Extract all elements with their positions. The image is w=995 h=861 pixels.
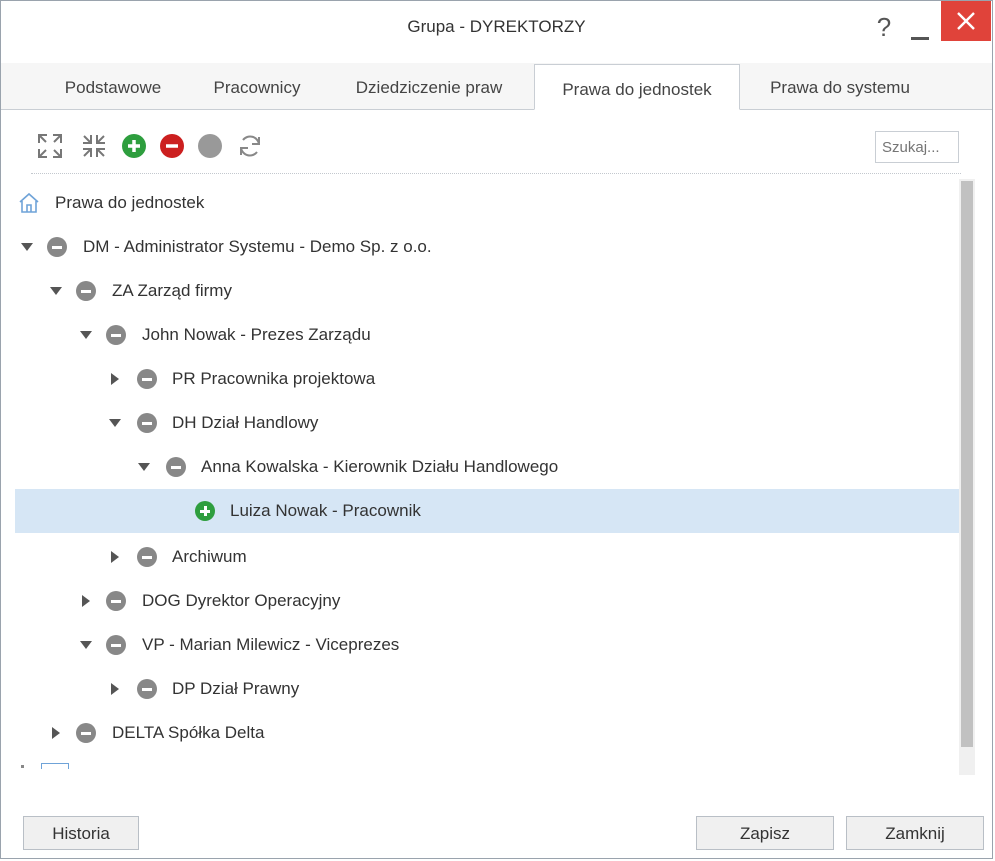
tree-node-label: ZA Zarząd firmy bbox=[112, 281, 232, 300]
remove-circle-icon[interactable] bbox=[157, 131, 187, 161]
add-circle-icon[interactable] bbox=[119, 131, 149, 161]
tab-prawa-do-jednostek[interactable]: Prawa do jednostek bbox=[534, 64, 740, 110]
tree-node-label: DELTA Spółka Delta bbox=[112, 723, 265, 742]
history-button[interactable]: Historia bbox=[23, 816, 139, 850]
tree-node-label: Archiwum bbox=[172, 547, 247, 566]
expanded-arrow-icon[interactable] bbox=[138, 461, 150, 473]
scrollbar-thumb[interactable] bbox=[961, 181, 973, 747]
collapsed-arrow-icon[interactable] bbox=[109, 551, 121, 563]
tree-root[interactable]: Prawa do jednostek bbox=[15, 181, 961, 225]
tab-bar: Podstawowe Pracownicy Dziedziczenie praw… bbox=[1, 63, 992, 110]
help-button[interactable]: ? bbox=[867, 9, 901, 45]
collapsed-arrow-icon[interactable] bbox=[50, 727, 62, 739]
tree-node-selected[interactable]: Luiza Nowak - Pracownik bbox=[15, 489, 961, 533]
permission-minus-icon[interactable] bbox=[166, 457, 186, 477]
collapsed-arrow-icon[interactable] bbox=[109, 373, 121, 385]
tree-node[interactable]: DOG Dyrektor Operacyjny bbox=[15, 579, 961, 623]
close-dialog-button[interactable]: Zamknij bbox=[846, 816, 984, 850]
toolbar-divider bbox=[31, 173, 961, 174]
collapsed-arrow-icon[interactable] bbox=[109, 683, 121, 695]
dialog-window: Grupa - DYREKTORZY ? Podstawowe Pracowni… bbox=[0, 0, 993, 859]
title-bar: Grupa - DYREKTORZY ? bbox=[1, 1, 992, 57]
collapse-all-icon[interactable] bbox=[79, 131, 109, 161]
expand-all-icon[interactable] bbox=[35, 131, 65, 161]
tree-node-label: DP Dział Prawny bbox=[172, 679, 300, 698]
expanded-arrow-icon[interactable] bbox=[50, 285, 62, 297]
tree-node-label: DM - Administrator Systemu - Demo Sp. z … bbox=[83, 237, 432, 256]
tree-node-label: DH Dział Handlowy bbox=[172, 413, 319, 432]
permission-minus-icon[interactable] bbox=[137, 413, 157, 433]
tree-scrollbar[interactable] bbox=[959, 179, 975, 775]
permission-minus-icon[interactable] bbox=[47, 237, 67, 257]
tab-pracownicy[interactable]: Pracownicy bbox=[193, 63, 321, 109]
tree-node-label: Anna Kowalska - Kierownik Działu Handlow… bbox=[201, 457, 559, 476]
collapsed-arrow-icon[interactable] bbox=[80, 595, 92, 607]
window-title: Grupa - DYREKTORZY bbox=[407, 17, 586, 36]
permission-minus-icon[interactable] bbox=[137, 369, 157, 389]
permission-minus-icon[interactable] bbox=[137, 679, 157, 699]
tree-node-label: Luiza Nowak - Pracownik bbox=[230, 501, 421, 520]
tree-root-label: Prawa do jednostek bbox=[55, 193, 205, 212]
permission-minus-icon[interactable] bbox=[106, 591, 126, 611]
permission-minus-icon[interactable] bbox=[106, 635, 126, 655]
tree-node[interactable]: John Nowak - Prezes Zarządu bbox=[15, 313, 961, 357]
tree-node-label: John Nowak - Prezes Zarządu bbox=[142, 325, 371, 344]
expanded-arrow-icon[interactable] bbox=[80, 329, 92, 341]
tree-node[interactable]: PR Pracownika projektowa bbox=[15, 357, 961, 401]
permission-plus-icon[interactable] bbox=[195, 501, 215, 521]
tree-node-label: PR Pracownika projektowa bbox=[172, 369, 376, 388]
tree-node[interactable]: DELTA Spółka Delta bbox=[15, 711, 961, 755]
tree-node[interactable]: VP - Marian Milewicz - Viceprezes bbox=[15, 623, 961, 667]
close-button[interactable] bbox=[941, 1, 991, 41]
tree-node[interactable]: Anna Kowalska - Kierownik Działu Handlow… bbox=[15, 445, 961, 489]
refresh-icon[interactable] bbox=[235, 131, 265, 161]
tree-node[interactable]: DP Dział Prawny bbox=[15, 667, 961, 711]
home-icon bbox=[19, 192, 39, 213]
tree-node-label: VP - Marian Milewicz - Viceprezes bbox=[142, 635, 400, 654]
expanded-arrow-icon[interactable] bbox=[109, 417, 121, 429]
permission-minus-icon[interactable] bbox=[137, 547, 157, 567]
tree-overflow-icon bbox=[41, 763, 69, 769]
permission-minus-icon[interactable] bbox=[106, 325, 126, 345]
permission-minus-icon[interactable] bbox=[76, 281, 96, 301]
tab-dziedziczenie-praw[interactable]: Dziedziczenie praw bbox=[331, 63, 527, 109]
minimize-button[interactable] bbox=[903, 9, 937, 45]
tree-node[interactable]: ZA Zarząd firmy bbox=[15, 269, 961, 313]
permission-minus-icon[interactable] bbox=[76, 723, 96, 743]
expanded-arrow-icon[interactable] bbox=[80, 639, 92, 651]
tree-node[interactable]: Archiwum bbox=[15, 535, 961, 579]
expanded-arrow-icon[interactable] bbox=[21, 241, 33, 253]
tree-node[interactable]: DM - Administrator Systemu - Demo Sp. z … bbox=[15, 225, 961, 269]
unit-tree: Prawa do jednostek DM - Administrator Sy… bbox=[15, 179, 961, 775]
tab-podstawowe[interactable]: Podstawowe bbox=[43, 63, 183, 109]
neutral-circle-icon[interactable] bbox=[195, 131, 225, 161]
save-button[interactable]: Zapisz bbox=[696, 816, 834, 850]
minimize-icon bbox=[911, 37, 929, 40]
tree-node[interactable]: DH Dział Handlowy bbox=[15, 401, 961, 445]
tab-prawa-do-systemu[interactable]: Prawa do systemu bbox=[746, 63, 934, 109]
close-icon bbox=[957, 12, 975, 30]
tree-overflow-dot bbox=[21, 765, 24, 768]
search-input[interactable] bbox=[875, 131, 959, 163]
tree-node-label: DOG Dyrektor Operacyjny bbox=[142, 591, 341, 610]
